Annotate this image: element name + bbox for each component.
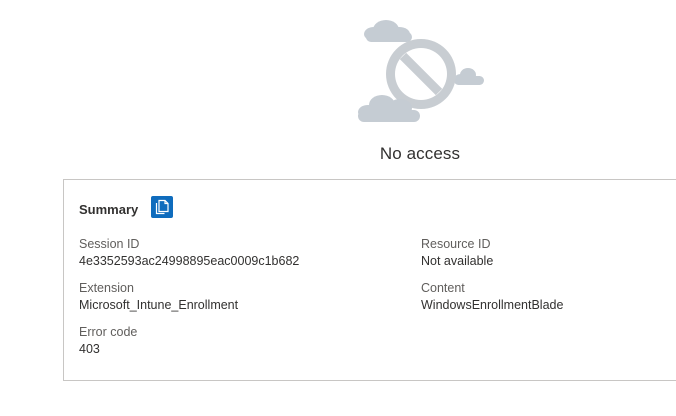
error-code-value: 403 [79, 342, 100, 356]
copy-icon [155, 199, 169, 215]
no-access-illustration [352, 12, 488, 126]
extension-label: Extension [79, 281, 134, 295]
resource-id-field: Resource ID Not available [421, 236, 493, 270]
prohibited-icon [386, 39, 456, 109]
resource-id-value: Not available [421, 254, 494, 268]
extension-field: Extension Microsoft_Intune_Enrollment [79, 280, 238, 314]
session-id-field: Session ID 4e3352593ac24998895eac0009c1b… [79, 236, 299, 270]
summary-card: Summary Session ID 4e3352593ac24998895ea… [63, 179, 676, 381]
session-id-label: Session ID [79, 237, 140, 251]
copy-button[interactable] [151, 196, 173, 218]
page-title: No access [379, 144, 461, 163]
content-label: Content [421, 281, 465, 295]
content-value: WindowsEnrollmentBlade [421, 298, 564, 312]
cloud-icon [454, 68, 484, 85]
resource-id-label: Resource ID [421, 237, 491, 251]
error-code-field: Error code 403 [79, 324, 137, 358]
error-code-label: Error code [79, 325, 138, 339]
cloud-icon [364, 20, 412, 42]
content-field: Content WindowsEnrollmentBlade [421, 280, 563, 314]
summary-heading: Summary [79, 202, 139, 217]
session-id-value: 4e3352593ac24998895eac0009c1b682 [79, 254, 300, 268]
extension-value: Microsoft_Intune_Enrollment [79, 298, 239, 312]
no-access-icon [358, 20, 484, 122]
